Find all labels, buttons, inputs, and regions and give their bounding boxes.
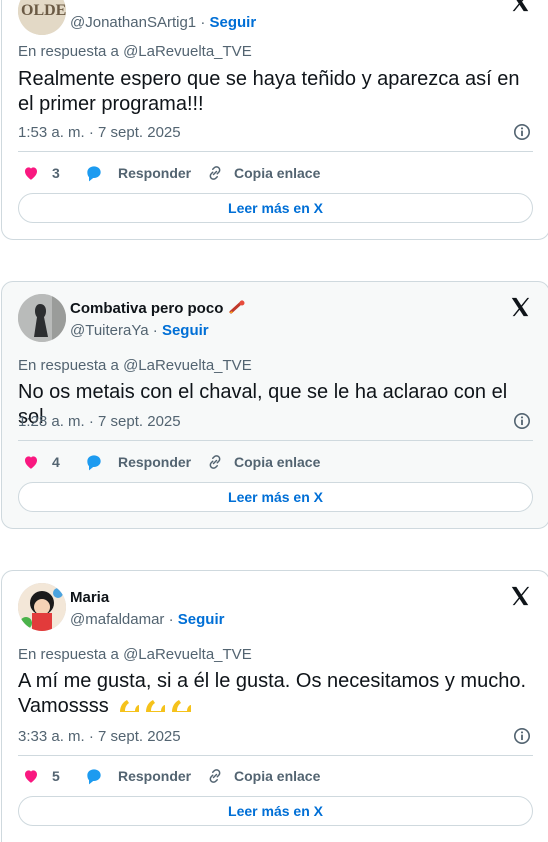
reply-button[interactable]: Responder — [84, 452, 191, 472]
reply-bubble-icon — [87, 455, 101, 471]
x-logo-icon[interactable] — [509, 296, 531, 318]
reply-button[interactable]: Responder — [84, 766, 191, 786]
reply-bubble-icon — [87, 769, 101, 785]
avatar[interactable]: OLDE — [18, 0, 66, 35]
like-button[interactable]: 3 — [22, 163, 60, 183]
link-icon — [209, 166, 221, 180]
copy-link-button[interactable]: Copia enlace — [206, 452, 320, 472]
tweet-card: Combativa pero poco @TuiteraYa · Seguir … — [1, 281, 548, 529]
avatar[interactable] — [18, 294, 66, 342]
heart-icon — [25, 770, 37, 783]
divider — [18, 151, 533, 152]
copy-link-label: Copia enlace — [234, 454, 321, 470]
tweet-text: A mí me gusta, si a él le gusta. Os nece… — [18, 669, 531, 719]
timestamp[interactable]: 1:53 a. m. · 7 sept. 2025 — [18, 124, 181, 141]
x-logo-icon[interactable] — [509, 0, 531, 13]
info-icon[interactable] — [513, 123, 531, 141]
copy-link-label: Copia enlace — [234, 165, 321, 181]
read-more-button[interactable]: Leer más en X — [18, 796, 533, 826]
like-count: 4 — [52, 454, 60, 470]
svg-text:OLDE: OLDE — [21, 2, 66, 19]
timestamp[interactable]: 3:33 a. m. · 7 sept. 2025 — [18, 728, 181, 745]
tweet-text-line: Vamossss — [18, 694, 531, 719]
user-handle[interactable]: @JonathanSArtig1 — [70, 14, 196, 31]
copy-link-label: Copia enlace — [234, 768, 321, 784]
reply-label: Responder — [118, 165, 192, 181]
info-icon[interactable] — [513, 727, 531, 745]
read-more-button[interactable]: Leer más en X — [18, 482, 533, 512]
link-icon — [209, 455, 221, 469]
reply-label: Responder — [118, 454, 192, 470]
user-handle[interactable]: @TuiteraYa — [70, 322, 149, 339]
tweet-card: Maria @mafaldamar · Seguir En respuesta … — [1, 570, 548, 842]
follow-button[interactable]: Seguir — [209, 14, 256, 31]
timestamp[interactable]: 1:28 a. m. · 7 sept. 2025 — [18, 413, 181, 430]
tweet-text-line2: Vamossss — [18, 695, 109, 717]
read-more-button[interactable]: Leer más en X — [18, 193, 533, 223]
copy-link-button[interactable]: Copia enlace — [206, 163, 320, 183]
divider — [18, 440, 533, 441]
like-button[interactable]: 4 — [22, 452, 60, 472]
copy-link-button[interactable]: Copia enlace — [206, 766, 320, 786]
reply-button[interactable]: Responder — [84, 163, 191, 183]
tweet-card: OLDE @JonathanSArtig1 · Seguir En respue… — [1, 0, 548, 240]
divider — [18, 755, 533, 756]
tweet-text-line: A mí me gusta, si a él le gusta. Os nece… — [18, 670, 526, 692]
follow-button[interactable]: Seguir — [162, 322, 209, 339]
reply-to-text: En respuesta a @LaRevuelta_TVE — [18, 43, 252, 60]
follow-button[interactable]: Seguir — [178, 611, 225, 628]
info-icon[interactable] — [513, 412, 531, 430]
reply-to-text: En respuesta a @LaRevuelta_TVE — [18, 646, 252, 663]
like-button[interactable]: 5 — [22, 766, 60, 786]
avatar[interactable] — [18, 583, 66, 631]
heart-icon — [25, 456, 37, 469]
reply-bubble-icon — [87, 166, 101, 182]
x-logo-icon[interactable] — [509, 585, 531, 607]
user-handle[interactable]: @mafaldamar — [70, 611, 164, 628]
like-count: 3 — [52, 165, 60, 181]
display-name[interactable]: Combativa pero poco — [70, 300, 223, 317]
heart-icon — [25, 167, 37, 180]
flexed-biceps-emoji-icon — [120, 700, 192, 712]
tweet-text: Realmente espero que se haya teñido y ap… — [18, 68, 520, 115]
rocket-emoji-icon — [228, 300, 245, 314]
reply-to-text: En respuesta a @LaRevuelta_TVE — [18, 357, 252, 374]
reply-label: Responder — [118, 768, 192, 784]
display-name[interactable]: Maria — [70, 589, 109, 606]
link-icon — [209, 769, 221, 783]
like-count: 5 — [52, 768, 60, 784]
